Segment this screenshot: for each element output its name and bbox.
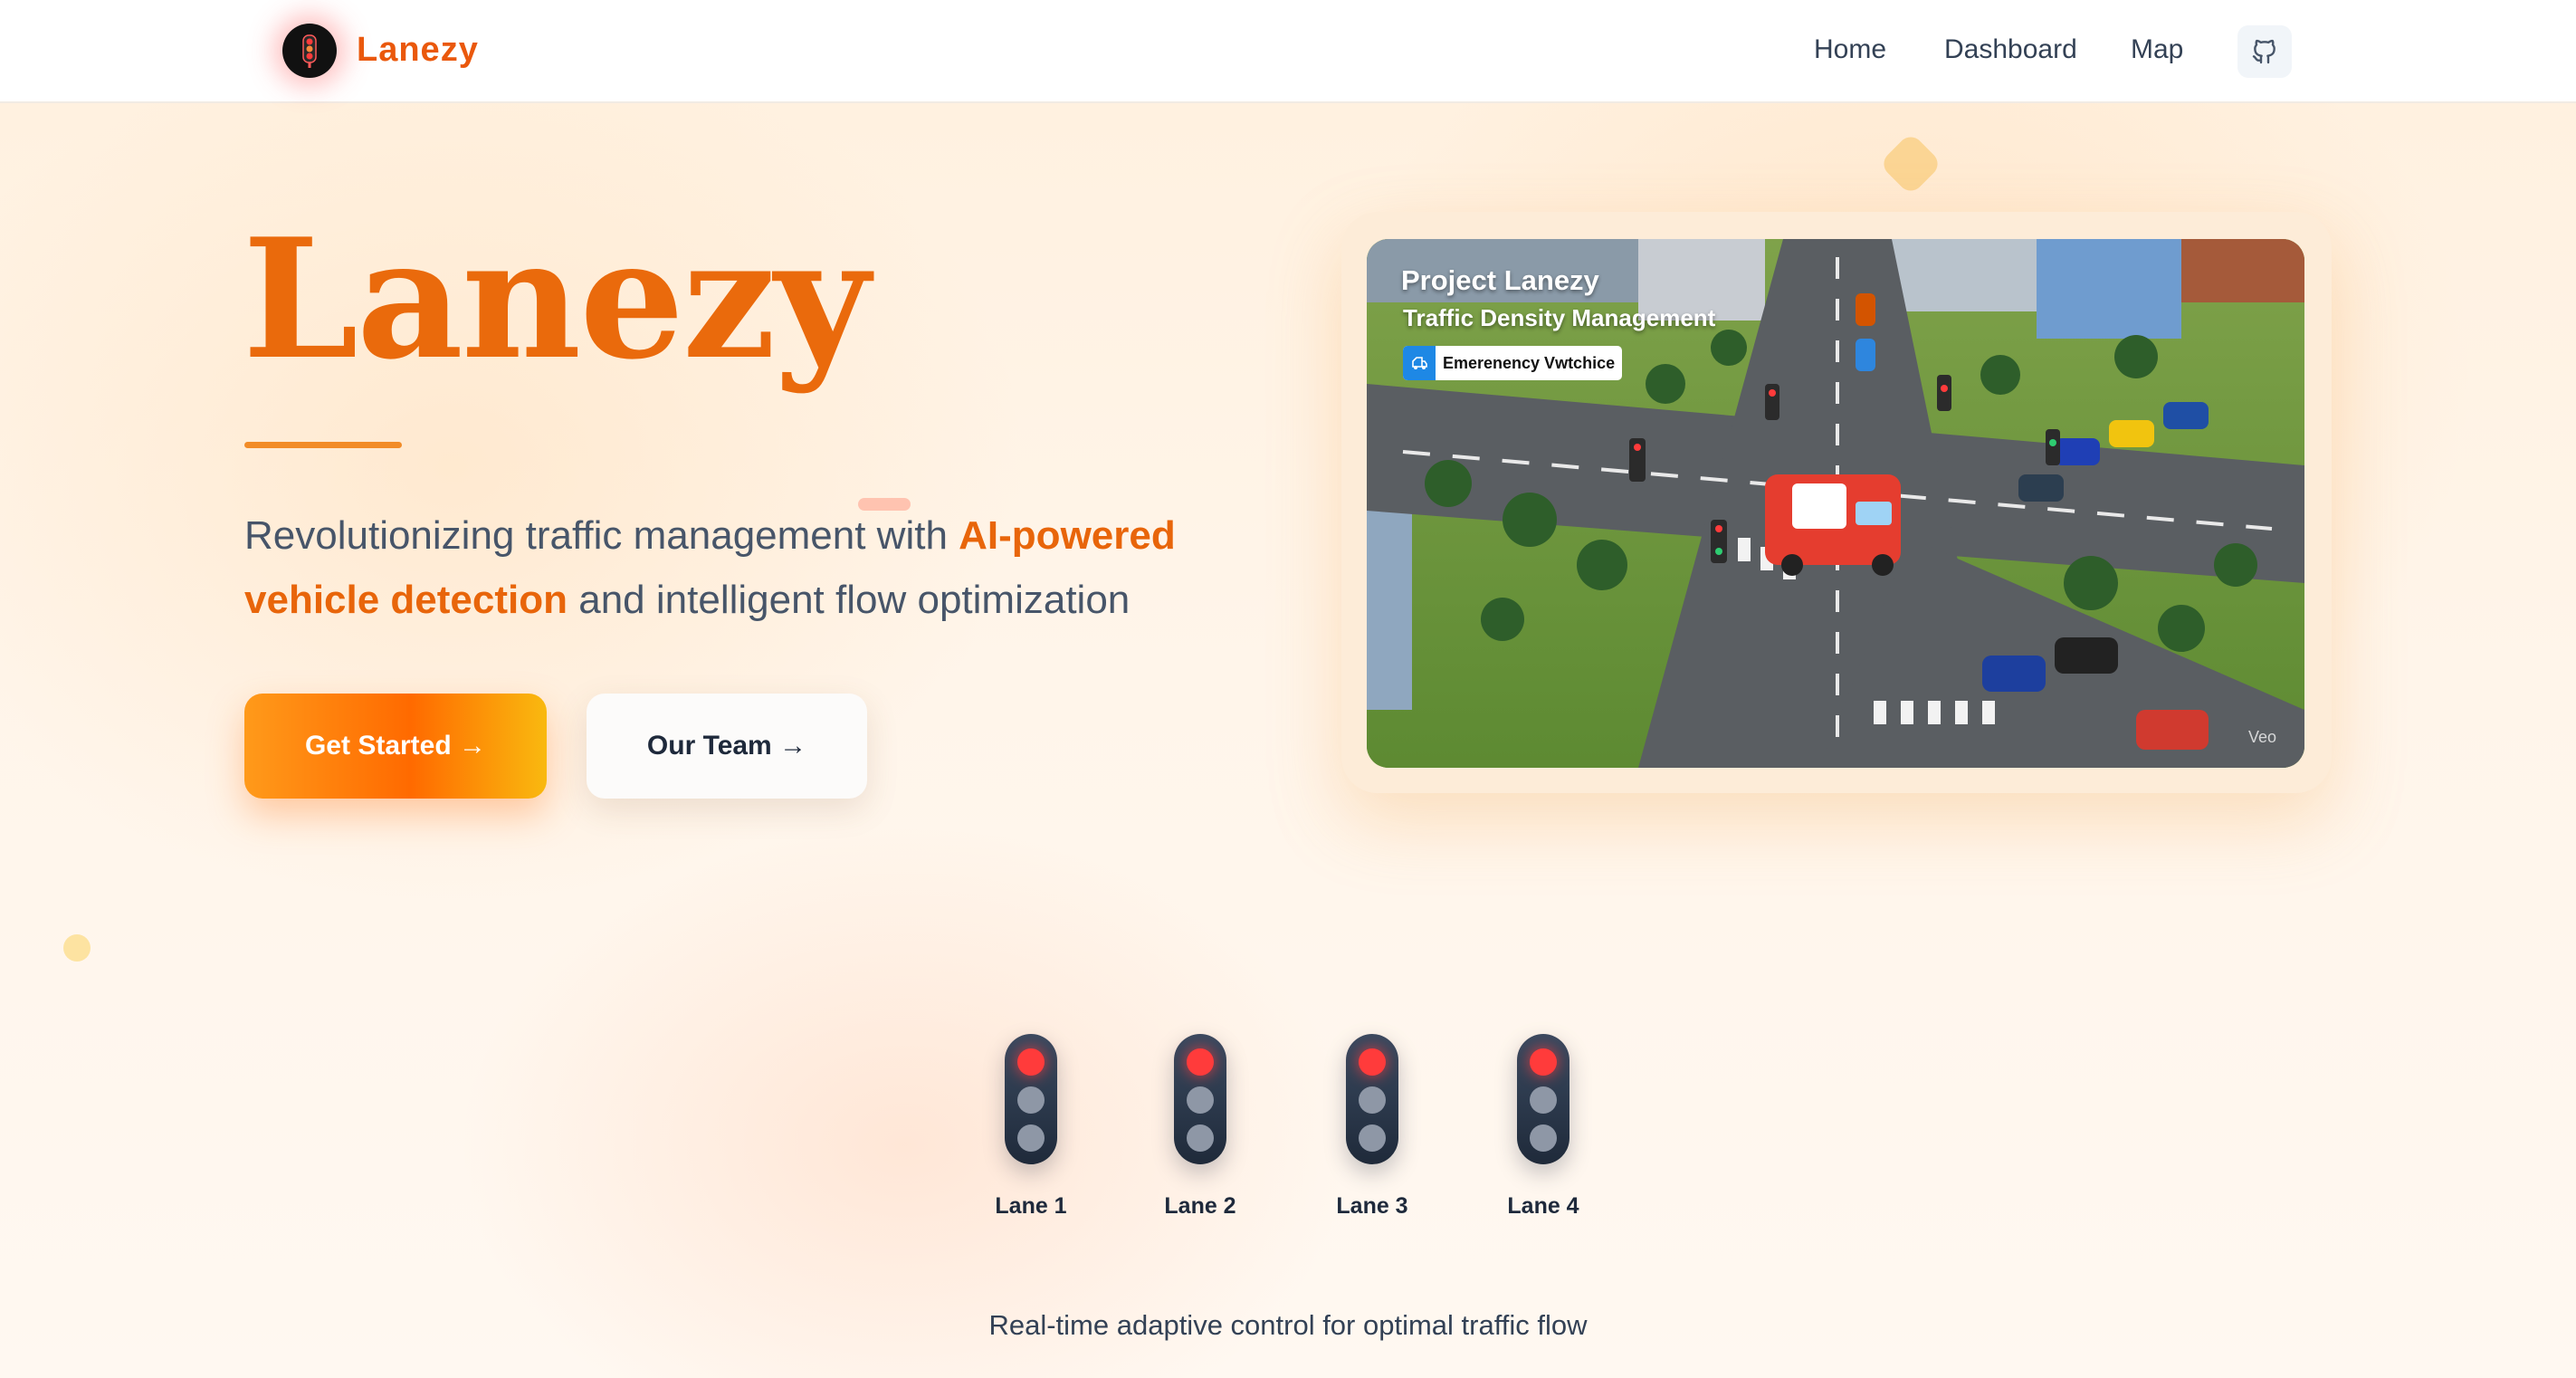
nav-link-dashboard[interactable]: Dashboard	[1944, 34, 2077, 65]
ambulance-icon	[1403, 346, 1436, 380]
lane-4-label: Lane 4	[1507, 1193, 1579, 1219]
red-lamp	[1017, 1048, 1045, 1076]
yellow-lamp	[1359, 1086, 1386, 1114]
lane-4-traffic-light-icon	[1517, 1034, 1569, 1164]
lane-1-traffic-light-icon	[1005, 1034, 1057, 1164]
hero-title: Lanezy	[243, 202, 870, 396]
green-lamp	[1017, 1124, 1045, 1152]
tagline-text: Revolutionizing traffic management with	[244, 513, 959, 558]
video-watermark: Veo	[2248, 728, 2277, 746]
hero-tagline: Revolutionizing traffic management with …	[244, 503, 1186, 632]
green-lamp	[1530, 1124, 1557, 1152]
our-team-button[interactable]: Our Team →	[587, 694, 867, 799]
green-lamp	[1187, 1124, 1214, 1152]
brand-name[interactable]: Lanezy	[357, 31, 479, 70]
navbar: Lanezy Home Dashboard Map	[0, 0, 2576, 103]
github-icon	[2252, 39, 2275, 64]
github-button[interactable]	[2237, 25, 2292, 78]
emergency-badge-label: Emerenency Vwtchice	[1443, 354, 1616, 372]
tagline-text-end: and intelligent flow optimization	[568, 578, 1131, 622]
yellow-lamp	[1187, 1086, 1214, 1114]
red-lamp	[1530, 1048, 1557, 1076]
video-subtitle: Traffic Density Management	[1403, 304, 1716, 331]
emergency-vehicle-badge: Emerenency Vwtchice	[1403, 346, 1623, 380]
nav-link-home[interactable]: Home	[1814, 34, 1886, 65]
adaptive-control-caption: Real-time adaptive control for optimal t…	[988, 1309, 1588, 1341]
yellow-lamp	[1017, 1086, 1045, 1114]
lane-2-label: Lane 2	[1164, 1193, 1236, 1219]
title-underline	[244, 442, 402, 448]
red-lamp	[1187, 1048, 1214, 1076]
decorative-dot	[63, 934, 91, 962]
lane-3-label: Lane 3	[1336, 1193, 1408, 1219]
traffic-light-logo-icon[interactable]	[282, 24, 337, 78]
lane-3-traffic-light-icon	[1346, 1034, 1398, 1164]
lane-1-label: Lane 1	[995, 1193, 1067, 1219]
video-title: Project Lanezy	[1401, 264, 1599, 296]
lane-2-traffic-light-icon	[1174, 1034, 1226, 1164]
get-started-button[interactable]: Get Started →	[244, 694, 547, 799]
green-lamp	[1359, 1124, 1386, 1152]
nav-link-map[interactable]: Map	[2131, 34, 2183, 65]
yellow-lamp	[1530, 1086, 1557, 1114]
red-lamp	[1359, 1048, 1386, 1076]
